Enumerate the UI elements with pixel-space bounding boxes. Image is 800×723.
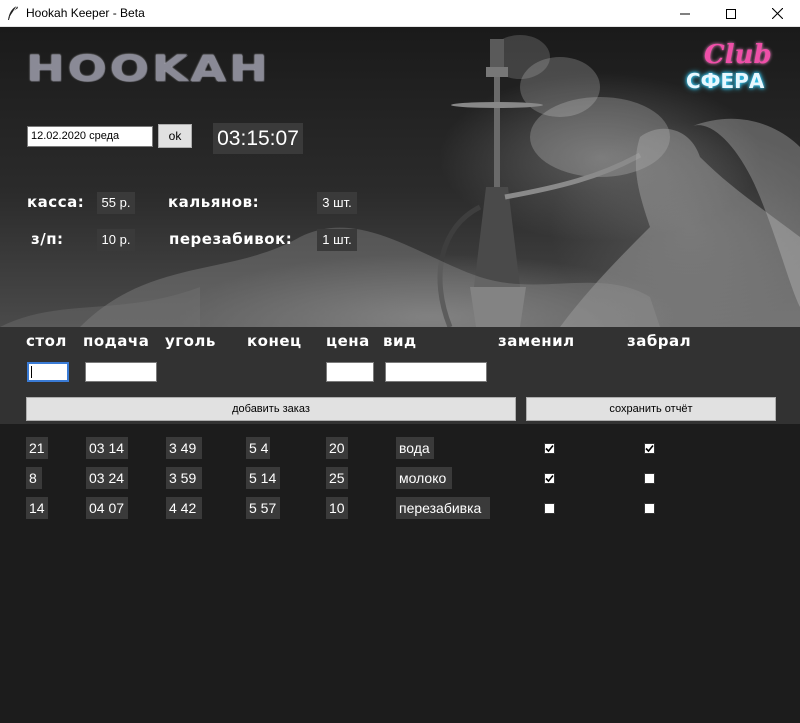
add-order-button[interactable]: добавить заказ — [26, 397, 516, 421]
refills-value: 1 шт. — [317, 229, 357, 251]
order-coal: 3 59 — [166, 467, 202, 489]
maximize-button[interactable] — [708, 0, 754, 27]
order-end: 5 14 — [246, 467, 280, 489]
text-caret — [31, 366, 32, 378]
order-price: 20 — [326, 437, 348, 459]
hookahs-label: кальянов: — [168, 193, 260, 211]
kind-input[interactable] — [385, 362, 487, 382]
order-price: 10 — [326, 497, 348, 519]
window-title: Hookah Keeper - Beta — [26, 6, 145, 20]
hookahs-value: 3 шт. — [317, 192, 357, 214]
kassa-label: касса: — [27, 193, 85, 211]
order-table: 14 — [26, 497, 48, 519]
column-table-label: стол — [26, 332, 67, 350]
title-bar: Hookah Keeper - Beta — [0, 0, 800, 27]
order-table: 8 — [26, 467, 42, 489]
date-input[interactable]: 12.02.2020 среда — [27, 126, 153, 147]
minimize-icon — [680, 13, 690, 14]
column-coal-label: уголь — [165, 332, 216, 350]
checkmark-icon — [545, 474, 554, 483]
order-table: 21 — [26, 437, 48, 459]
column-end-label: конец — [247, 332, 302, 350]
served-input[interactable] — [85, 362, 157, 382]
taken-checkbox[interactable] — [644, 473, 655, 484]
order-served: 04 07 — [86, 497, 128, 519]
brand-logo-text: СФЕРА — [686, 69, 765, 93]
order-kind: молоко — [396, 467, 452, 489]
order-served: 03 14 — [86, 437, 128, 459]
column-served-label: подача — [83, 332, 150, 350]
order-end: 5 4 — [246, 437, 270, 459]
order-price: 25 — [326, 467, 348, 489]
replaced-checkbox[interactable] — [544, 473, 555, 484]
column-replaced-label: заменил — [498, 332, 575, 350]
taken-checkbox[interactable] — [644, 503, 655, 514]
checkmark-icon — [645, 444, 654, 453]
clock-display: 03:15:07 — [213, 123, 303, 154]
replaced-checkbox[interactable] — [544, 443, 555, 454]
hookah-logo: HOOKAH — [26, 47, 271, 90]
club-logo-text: Club — [704, 40, 772, 70]
kassa-value: 55 р. — [97, 192, 135, 214]
taken-checkbox[interactable] — [644, 443, 655, 454]
column-price-label: цена — [326, 332, 370, 350]
feather-icon — [8, 5, 18, 20]
column-kind-label: вид — [383, 332, 417, 350]
column-taken-label: забрал — [627, 332, 692, 350]
order-coal: 3 49 — [166, 437, 202, 459]
order-kind: перезабивка — [396, 497, 490, 519]
hero-banner: HOOKAH Club СФЕРА 12.02.2020 среда ok 03… — [0, 27, 800, 327]
close-icon — [771, 8, 783, 19]
order-kind: вода — [396, 437, 434, 459]
order-served: 03 24 — [86, 467, 128, 489]
price-input[interactable] — [326, 362, 374, 382]
table-input[interactable] — [27, 362, 69, 382]
maximize-icon — [726, 8, 736, 19]
refills-label: перезабивок: — [169, 230, 293, 248]
salary-label: з/п: — [31, 230, 64, 248]
close-button[interactable] — [754, 0, 800, 27]
minimize-button[interactable] — [662, 0, 708, 27]
salary-value: 10 р. — [97, 229, 135, 251]
order-coal: 4 42 — [166, 497, 202, 519]
order-end: 5 57 — [246, 497, 280, 519]
save-report-button[interactable]: сохранить отчёт — [526, 397, 776, 421]
replaced-checkbox[interactable] — [544, 503, 555, 514]
checkmark-icon — [545, 444, 554, 453]
ok-button[interactable]: ok — [158, 124, 192, 148]
